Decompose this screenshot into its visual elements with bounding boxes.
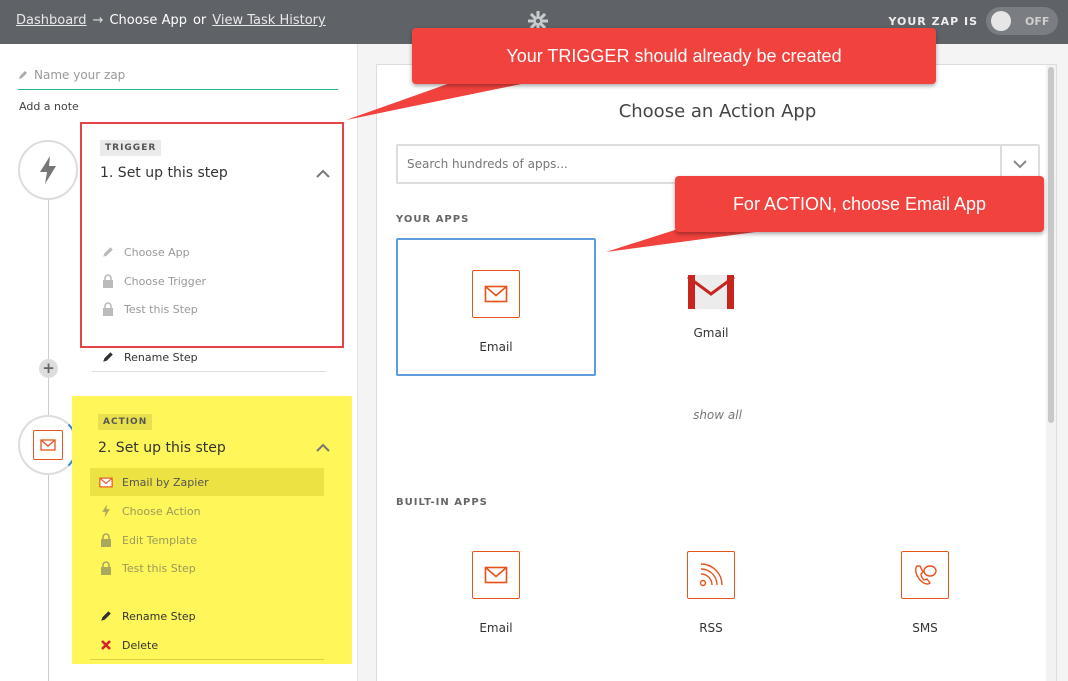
- toggle-knob: [991, 11, 1011, 31]
- rss-icon: [699, 563, 723, 587]
- app-tile-name: Email: [479, 340, 513, 354]
- trigger-choose-app[interactable]: [92, 198, 326, 226]
- builtin-tile-rss[interactable]: RSS: [611, 521, 811, 659]
- lightning-icon: [40, 156, 56, 184]
- chevron-up-icon[interactable]: [316, 168, 330, 178]
- action-item-label: Edit Template: [122, 533, 197, 547]
- zap-status-label: YOUR ZAP IS: [888, 15, 978, 28]
- action-rename-step[interactable]: Rename Step: [90, 602, 324, 630]
- trigger-item-label: Test this Step: [124, 302, 198, 316]
- gmail-icon: [687, 275, 735, 309]
- envelope-icon: [484, 566, 508, 584]
- envelope-icon: [99, 477, 113, 487]
- pencil-icon: [103, 247, 113, 257]
- show-all-link[interactable]: show all: [377, 408, 1058, 422]
- action-item-label: Choose Action: [122, 504, 201, 518]
- action-callout-text: For ACTION, choose Email App: [732, 193, 987, 214]
- rename-step-label: Rename Step: [124, 350, 198, 364]
- divider: [90, 659, 324, 660]
- action-item-label: Email by Zapier: [122, 475, 209, 489]
- action-email-by-zapier-item[interactable]: Email by Zapier: [90, 468, 324, 496]
- app-tile-name: Gmail: [693, 326, 729, 340]
- app-tile-gmail[interactable]: Gmail: [611, 238, 811, 376]
- trigger-item-label: Choose App: [124, 245, 190, 259]
- pencil-icon: [103, 352, 113, 362]
- envelope-icon: [484, 285, 508, 303]
- trigger-choose-app-item[interactable]: Choose App: [92, 238, 326, 266]
- add-step-button[interactable]: +: [39, 359, 58, 378]
- divider: [92, 371, 326, 372]
- delete-label: Delete: [122, 638, 159, 652]
- toggle-state: OFF: [1025, 14, 1050, 28]
- close-icon: [101, 640, 111, 650]
- action-step-card: ACTION 2. Set up this step Email by Zapi…: [72, 396, 352, 664]
- choose-app-panel: Choose an Action App YOUR APPS Email Gma…: [376, 64, 1057, 681]
- task-history-link[interactable]: View Task History: [212, 13, 325, 28]
- action-edit-template-item[interactable]: Edit Template: [90, 526, 324, 554]
- panel-heading: Choose an Action App: [618, 101, 817, 122]
- built-in-apps-label: BUILT-IN APPS: [396, 497, 488, 508]
- action-choose-action-item[interactable]: Choose Action: [90, 497, 324, 525]
- gmail-app-logo: [687, 274, 735, 310]
- chevron-up-icon[interactable]: [316, 442, 330, 452]
- breadcrumb: Dashboard → Choose App or View Task Hist…: [16, 13, 326, 28]
- email-app-badge: [33, 430, 63, 460]
- trigger-tag: TRIGGER: [100, 140, 162, 156]
- trigger-item-label: Choose Trigger: [124, 274, 207, 288]
- lightning-icon: [102, 504, 110, 518]
- editor-sidebar: Name your zap Add a note + TRIGGER 1. Se…: [0, 44, 358, 681]
- action-callout: For ACTION, choose Email App: [675, 176, 1044, 232]
- app-tile-name: RSS: [699, 621, 723, 635]
- builtin-tile-sms[interactable]: SMS: [825, 521, 1025, 659]
- dashboard-link[interactable]: Dashboard: [16, 13, 87, 28]
- your-apps-label: YOUR APPS: [396, 214, 470, 225]
- chevron-down-icon: [1013, 160, 1027, 169]
- action-step-marker: [18, 415, 78, 475]
- sms-app-logo: [901, 551, 949, 599]
- action-test-step-item[interactable]: Test this Step: [90, 554, 324, 582]
- breadcrumb-arrow: →: [92, 13, 104, 28]
- trigger-step-title[interactable]: 1. Set up this step: [100, 165, 228, 181]
- trigger-test-step-item[interactable]: Test this Step: [92, 295, 326, 323]
- breadcrumb-current: Choose App: [109, 13, 187, 28]
- scrollbar-thumb[interactable]: [1048, 67, 1054, 423]
- rss-app-logo: [687, 551, 735, 599]
- envelope-icon: [40, 439, 56, 451]
- lock-icon: [101, 561, 111, 575]
- zap-name-input[interactable]: Name your zap: [18, 68, 338, 90]
- app-tile-name: Email: [479, 621, 513, 635]
- app-tile-name: SMS: [912, 621, 938, 635]
- zap-on-off-toggle[interactable]: OFF: [986, 7, 1058, 35]
- builtin-tile-email[interactable]: Email: [396, 521, 596, 659]
- trigger-callout-text: Your TRIGGER should already be created: [506, 45, 842, 66]
- action-delete-step[interactable]: Delete: [90, 631, 324, 659]
- trigger-rename-step[interactable]: Rename Step: [92, 343, 326, 371]
- lock-icon: [103, 274, 113, 288]
- breadcrumb-or: or: [192, 13, 207, 28]
- trigger-callout: Your TRIGGER should already be created: [412, 28, 936, 84]
- rename-step-label: Rename Step: [122, 609, 196, 623]
- panel-scrollbar[interactable]: [1046, 65, 1056, 681]
- trigger-step-card: TRIGGER 1. Set up this step Choose App C…: [80, 122, 344, 372]
- lock-icon: [101, 533, 111, 547]
- app-tile-email[interactable]: Email: [396, 238, 596, 376]
- email-app-logo: [472, 270, 520, 318]
- phone-chat-icon: [915, 565, 937, 585]
- pencil-icon: [19, 71, 27, 79]
- action-step-title[interactable]: 2. Set up this step: [98, 440, 226, 456]
- lock-icon: [103, 302, 113, 316]
- add-note-link[interactable]: Add a note: [19, 100, 79, 113]
- zap-name-placeholder: Name your zap: [34, 68, 126, 82]
- trigger-step-marker: [18, 140, 78, 200]
- pencil-icon: [101, 611, 111, 621]
- trigger-choose-trigger-item[interactable]: Choose Trigger: [92, 267, 326, 295]
- action-item-label: Test this Step: [122, 561, 196, 575]
- email-app-logo: [472, 551, 520, 599]
- action-tag: ACTION: [98, 414, 153, 430]
